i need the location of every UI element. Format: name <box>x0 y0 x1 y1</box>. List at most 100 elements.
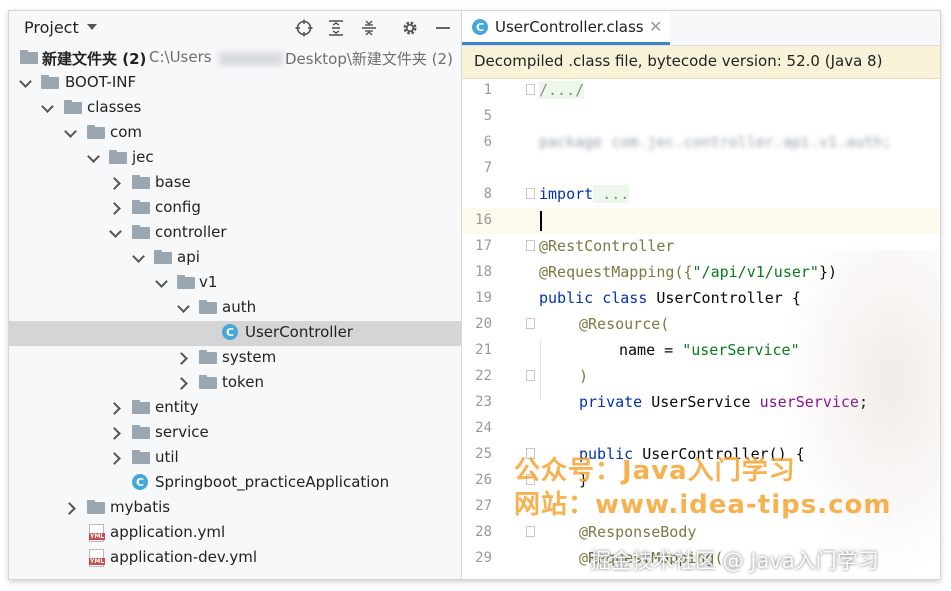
collapsed-arrow-icon[interactable] <box>108 202 121 215</box>
collapse-all-icon[interactable] <box>358 18 380 38</box>
tree-item-label: com <box>110 123 143 141</box>
line-number: 26 <box>475 472 492 488</box>
tree-row-classes[interactable]: classes <box>9 96 461 121</box>
watermark-website: 网站：www.idea-tips.com <box>514 490 892 520</box>
dropdown-arrow-icon[interactable] <box>87 24 97 30</box>
tree-root-name: 新建文件夹 (2) <box>42 50 147 68</box>
tree-row-config[interactable]: config <box>9 196 461 221</box>
code-line: 7 <box>462 156 940 182</box>
collapsed-arrow-icon[interactable] <box>108 427 121 440</box>
line-number: 5 <box>483 108 492 124</box>
tree-row-v1[interactable]: v1 <box>9 271 461 296</box>
line-number: 27 <box>475 498 492 514</box>
code-text: import ... <box>539 185 630 203</box>
folder-icon <box>199 350 217 364</box>
tree-row-application-dev-yml[interactable]: YML application-dev.yml <box>9 546 461 571</box>
collapsed-arrow-icon[interactable] <box>108 452 121 465</box>
tree-row-auth[interactable]: auth <box>9 296 461 321</box>
tree-row-application-class[interactable]: C Springboot_practiceApplication <box>9 471 461 496</box>
code-text: /.../ <box>539 81 585 99</box>
fold-icon[interactable] <box>526 370 535 381</box>
tree-row-jec[interactable]: jec <box>9 146 461 171</box>
expanded-arrow-icon[interactable] <box>87 150 100 163</box>
tree-row-api[interactable]: api <box>9 246 461 271</box>
tree-item-label: util <box>155 448 179 466</box>
project-panel: Project 新建文件夹 (2) C:\Users Desktop\新建文件夹… <box>9 11 462 579</box>
fold-icon[interactable] <box>526 318 535 329</box>
tree-item-label: UserController <box>245 323 353 341</box>
expanded-arrow-icon[interactable] <box>109 225 122 238</box>
code-line: 1 /.../ <box>462 78 940 104</box>
locate-icon[interactable] <box>293 18 315 38</box>
collapsed-arrow-icon[interactable] <box>108 177 121 190</box>
redacted-path <box>219 52 283 66</box>
folder-icon <box>87 500 105 514</box>
line-number: 23 <box>475 394 492 410</box>
tree-row-service[interactable]: service <box>9 421 461 446</box>
tree-item-label: token <box>222 373 264 391</box>
line-number: 16 <box>475 212 492 228</box>
expanded-arrow-icon[interactable] <box>41 100 54 113</box>
tree-item-label: api <box>177 248 200 266</box>
folder-icon <box>132 400 150 414</box>
yml-file-icon: YML <box>89 524 106 542</box>
collapsed-arrow-icon[interactable] <box>175 377 188 390</box>
yml-file-icon: YML <box>89 549 106 567</box>
fold-icon[interactable] <box>526 526 535 537</box>
line-number: 17 <box>475 238 492 254</box>
line-number: 28 <box>475 524 492 540</box>
tree-row-usercontroller[interactable]: C UserController <box>9 321 461 346</box>
code-text: public class UserController { <box>539 289 801 307</box>
tree-row-entity[interactable]: entity <box>9 396 461 421</box>
line-number: 6 <box>483 134 492 150</box>
fold-icon[interactable] <box>526 240 535 251</box>
collapsed-arrow-icon[interactable] <box>108 402 121 415</box>
expanded-arrow-icon[interactable] <box>177 300 190 313</box>
tree-row-base[interactable]: base <box>9 171 461 196</box>
expanded-arrow-icon[interactable] <box>19 75 32 88</box>
expanded-arrow-icon[interactable] <box>155 275 168 288</box>
folder-icon <box>154 250 172 264</box>
background-glow <box>780 250 940 580</box>
folder-icon <box>132 425 150 439</box>
collapsed-arrow-icon[interactable] <box>63 502 76 515</box>
tree-item-label: Springboot_practiceApplication <box>155 473 390 491</box>
close-icon[interactable]: ✕ <box>649 17 662 36</box>
line-number: 21 <box>475 342 492 358</box>
code-text: @RestController <box>539 237 675 255</box>
line-number: 24 <box>475 420 492 436</box>
tree-row-util[interactable]: util <box>9 446 461 471</box>
editor-tab-bar: C UserController.class ✕ <box>462 11 940 46</box>
folder-icon <box>132 450 150 464</box>
tree-row-system[interactable]: system <box>9 346 461 371</box>
line-number: 8 <box>483 186 492 202</box>
folder-icon <box>199 375 217 389</box>
expanded-arrow-icon[interactable] <box>64 125 77 138</box>
tree-row-root[interactable]: 新建文件夹 (2) C:\Users Desktop\新建文件夹 (2) <box>9 46 461 71</box>
tree-row-boot-inf[interactable]: BOOT-INF <box>9 71 461 96</box>
settings-icon[interactable] <box>399 18 421 38</box>
folder-icon <box>177 275 195 289</box>
line-number: 22 <box>475 368 492 384</box>
code-line: 8 import ... <box>462 182 940 208</box>
fold-icon[interactable] <box>526 188 535 199</box>
project-panel-title[interactable]: Project <box>24 18 79 37</box>
tree-item-label: base <box>155 173 191 191</box>
tree-root-path-prefix: C:\Users <box>149 48 212 66</box>
tree-row-controller[interactable]: controller <box>9 221 461 246</box>
hide-icon[interactable] <box>432 18 454 38</box>
code-line: 6 package com.jec.controller.api.v1.auth… <box>462 130 940 156</box>
fold-icon[interactable] <box>526 84 535 95</box>
line-number: 29 <box>475 550 492 566</box>
expanded-arrow-icon[interactable] <box>132 250 145 263</box>
expand-all-icon[interactable] <box>325 18 347 38</box>
tree-item-label: application.yml <box>110 523 226 541</box>
tree-row-token[interactable]: token <box>9 371 461 396</box>
collapsed-arrow-icon[interactable] <box>175 352 188 365</box>
tree-item-label: classes <box>87 98 142 116</box>
tree-row-mybatis[interactable]: mybatis <box>9 496 461 521</box>
tree-item-label: entity <box>155 398 199 416</box>
editor-tab-usercontroller[interactable]: C UserController.class ✕ <box>462 11 670 45</box>
tree-row-com[interactable]: com <box>9 121 461 146</box>
tree-row-application-yml[interactable]: YML application.yml <box>9 521 461 546</box>
